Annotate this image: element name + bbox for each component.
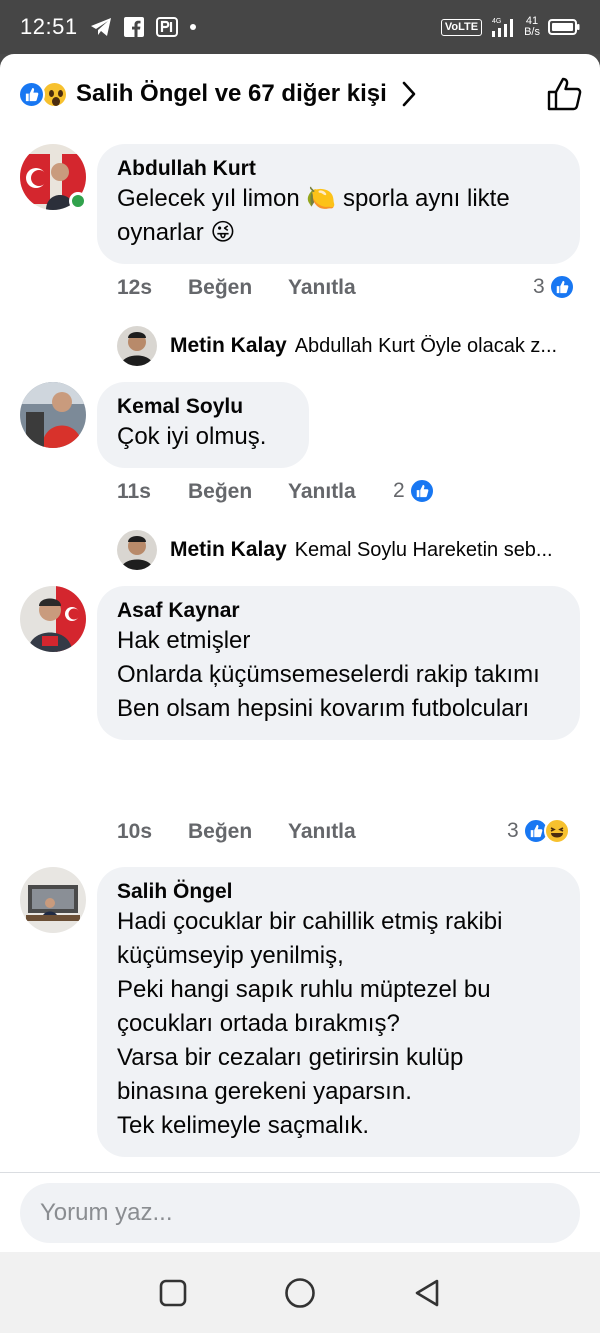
comment-text: Hak etmişler Onlarda ķüçümsemeselerdi ra… [117, 627, 540, 722]
reply-author[interactable]: Metin Kalay [170, 538, 287, 562]
battery-icon [548, 19, 580, 35]
online-indicator [69, 192, 87, 210]
reply-button[interactable]: Yanıtla [288, 480, 356, 504]
reaction-icons [18, 80, 68, 108]
reply-avatar[interactable] [117, 326, 157, 366]
comments-sheet: Salih Öngel ve 67 diğer kişi Abdullah Ku… [0, 54, 600, 1252]
square-icon [160, 1279, 187, 1306]
comment-actions: 12s Beğen Yanıtla [117, 276, 356, 300]
comment-text: Çok iyi olmuş. [117, 423, 267, 450]
reply-button[interactable]: Yanıtla [288, 276, 356, 300]
reply-preview[interactable]: Metin Kalay Kemal Soylu Hareketin seb... [117, 530, 587, 570]
more-notifications-dot [189, 24, 196, 30]
comment-text: Hadi çocuklar bir cahillik etmiş rakibi … [117, 908, 503, 1139]
status-right: VoLTE 4G 41 B/s [440, 15, 580, 38]
comment-input[interactable] [40, 1199, 580, 1227]
reactions-summary: Salih Öngel ve 67 diğer kişi [76, 80, 387, 107]
system-nav-bar [0, 1252, 600, 1333]
reaction-count[interactable]: 2 [393, 478, 435, 504]
like-reaction-icon [408, 478, 435, 504]
wow-reaction-icon [41, 80, 68, 108]
comment-author[interactable]: Kemal Soylu [117, 394, 289, 420]
parking-icon [155, 17, 178, 37]
comment-age: 10s [117, 820, 153, 843]
like-button[interactable]: Beğen [188, 820, 288, 844]
clock: 12:51 [20, 14, 78, 39]
like-button[interactable]: Beğen [188, 480, 288, 504]
reaction-count[interactable]: 3 [533, 274, 575, 300]
like-reaction-icon [18, 80, 45, 108]
volte-badge: VoLTE [440, 18, 483, 36]
reaction-count[interactable]: 3 [507, 818, 570, 844]
reply-author[interactable]: Metin Kalay [170, 334, 287, 358]
reply-text: Abdullah Kurt Öyle olacak z... [294, 334, 558, 357]
status-bar: 12:51 VoLTE 4G 41 B/s [0, 0, 600, 54]
comment-bubble[interactable]: Kemal Soylu Çok iyi olmuş. [97, 382, 309, 468]
home-button[interactable] [280, 1273, 320, 1313]
reply-avatar[interactable] [117, 530, 157, 570]
avatar[interactable] [20, 586, 86, 652]
reply-text: Kemal Soylu Hareketin seb... [294, 538, 553, 561]
comment-actions: 11s Beğen Yanıtla [117, 480, 356, 504]
comment-bubble[interactable]: Asaf Kaynar Hak etmişler Onlarda ķüçümse… [97, 586, 580, 740]
comment-bubble[interactable]: Abdullah Kurt Gelecek yıl limon 🍋 sporla… [97, 144, 580, 264]
avatar[interactable] [20, 867, 86, 933]
haha-reaction-icon [543, 818, 570, 844]
like-reaction-icon [548, 274, 575, 300]
network-speed: 41 B/s [524, 15, 540, 38]
reactions-header[interactable]: Salih Öngel ve 67 diğer kişi [0, 54, 600, 134]
comment-actions: 10s Beğen Yanıtla [117, 820, 356, 844]
comment-age: 12s [117, 276, 153, 299]
comment-bubble[interactable]: Salih Öngel Hadi çocuklar bir cahillik e… [97, 867, 580, 1157]
reply-preview[interactable]: Metin Kalay Abdullah Kurt Öyle olacak z.… [117, 326, 587, 366]
like-button[interactable]: Beğen [188, 276, 288, 300]
signal-icon: 4G [492, 18, 514, 37]
circle-icon [285, 1277, 315, 1308]
comment-author[interactable]: Abdullah Kurt [117, 156, 560, 182]
comment-age: 11s [117, 480, 151, 503]
recent-apps-button[interactable] [153, 1273, 193, 1313]
comment-author[interactable]: Salih Öngel [117, 879, 560, 905]
facebook-icon [123, 17, 144, 37]
chevron-right-icon [402, 81, 416, 107]
comment-composer [0, 1172, 600, 1252]
back-button[interactable] [407, 1273, 447, 1313]
comment-input-box[interactable] [20, 1183, 580, 1243]
like-outline-icon[interactable] [546, 77, 582, 111]
svg-text:4G: 4G [492, 18, 501, 25]
reply-button[interactable]: Yanıtla [288, 820, 356, 844]
comment-author[interactable]: Asaf Kaynar [117, 598, 560, 624]
comment-text: Gelecek yıl limon 🍋 sporla aynı likte oy… [117, 185, 510, 246]
telegram-icon [90, 18, 111, 36]
avatar[interactable] [20, 382, 86, 448]
notification-icons [90, 17, 196, 37]
back-triangle-icon [415, 1279, 438, 1306]
